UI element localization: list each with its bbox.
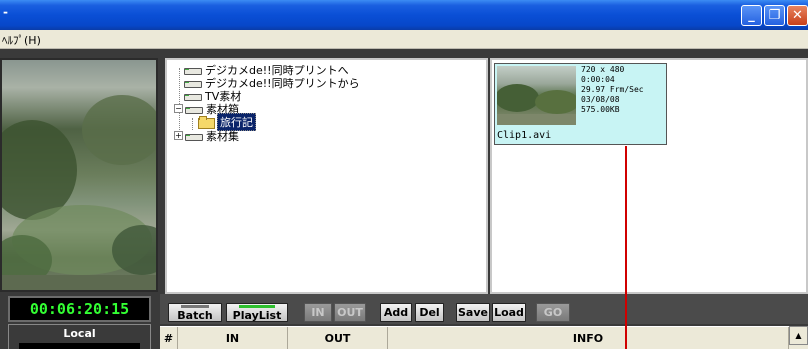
column-index[interactable]: # [160,327,178,349]
local-group: Local [8,324,151,349]
restore-icon: ❐ [768,8,781,23]
scroll-up-button[interactable]: ▲ [789,326,808,345]
drive-icon [184,79,202,88]
clip-bin: 720 x 480 0:00:04 29.97 Frm/Sec 03/08/08… [490,58,808,294]
local-bar [19,343,140,349]
load-button[interactable]: Load [492,303,526,322]
minimize-icon: _ [748,8,755,23]
in-button[interactable]: IN [304,303,332,322]
drive-icon [184,92,202,101]
column-in[interactable]: IN [178,327,288,349]
collapse-icon[interactable]: − [174,104,183,113]
batch-button[interactable]: Batch [168,303,222,322]
save-button[interactable]: Save [456,303,490,322]
local-label: Local [63,327,96,340]
playlist-table-header: # IN OUT INFO [160,326,808,349]
playlist-indicator [239,305,275,308]
close-button[interactable]: ✕ [787,5,808,26]
drive-icon [185,132,203,141]
in-label: IN [311,306,325,319]
clip-thumbnail [495,66,579,125]
tree-item-selected[interactable]: 旅行記 [198,112,256,131]
clip-date: 03/08/08 [581,95,620,104]
clip-duration: 0:00:04 [581,75,615,84]
column-info[interactable]: INFO [388,327,789,349]
video-preview [0,58,158,292]
arrow-up-icon: ▲ [795,331,802,340]
batch-indicator [181,305,209,308]
menu-help[interactable]: ﾍﾙﾌﾟ(H) [2,32,41,48]
drag-marker-line [625,146,627,349]
window-titlebar: - _ ❐ ✕ [0,0,808,30]
drive-icon [184,66,202,75]
preview-frame-image [2,95,156,290]
out-label: OUT [337,306,363,319]
del-label: Del [419,306,440,319]
clip-fps: 29.97 Frm/Sec [581,85,644,94]
clip-resolution: 720 x 480 [581,65,625,74]
tree-item[interactable]: + 素材集 [174,129,239,143]
add-button[interactable]: Add [380,303,412,322]
batch-label: Batch [177,308,213,322]
clip-name: Clip1.avi [497,130,552,141]
window-title: - [3,5,8,19]
expand-icon[interactable]: + [174,131,183,140]
clip-info: 720 x 480 0:00:04 29.97 Frm/Sec 03/08/08… [581,65,644,115]
add-label: Add [383,306,409,319]
playlist-button[interactable]: PlayList [226,303,288,322]
go-label: GO [543,306,563,319]
minimize-button[interactable]: _ [741,5,762,26]
timecode-display: 00:06:20:15 [8,296,151,322]
tree-item-label: 素材集 [206,129,239,143]
drive-icon [185,105,203,114]
save-label: Save [458,306,488,319]
restore-button[interactable]: ❐ [764,5,785,26]
playlist-label: PlayList [232,308,282,322]
go-button[interactable]: GO [536,303,570,322]
close-icon: ✕ [792,8,803,23]
column-out[interactable]: OUT [288,327,388,349]
menubar: ﾍﾙﾌﾟ(H) [0,30,808,49]
folder-tree: デジカメde!!同時プリントへ デジカメde!!同時プリントから TV素材 − … [165,58,488,294]
del-button[interactable]: Del [415,303,444,322]
folder-open-icon [198,116,215,129]
thumbnail-image [495,84,579,125]
out-button[interactable]: OUT [334,303,366,322]
clip-size: 575.00KB [581,105,620,114]
clip-card[interactable]: 720 x 480 0:00:04 29.97 Frm/Sec 03/08/08… [494,63,667,145]
load-label: Load [494,306,524,319]
